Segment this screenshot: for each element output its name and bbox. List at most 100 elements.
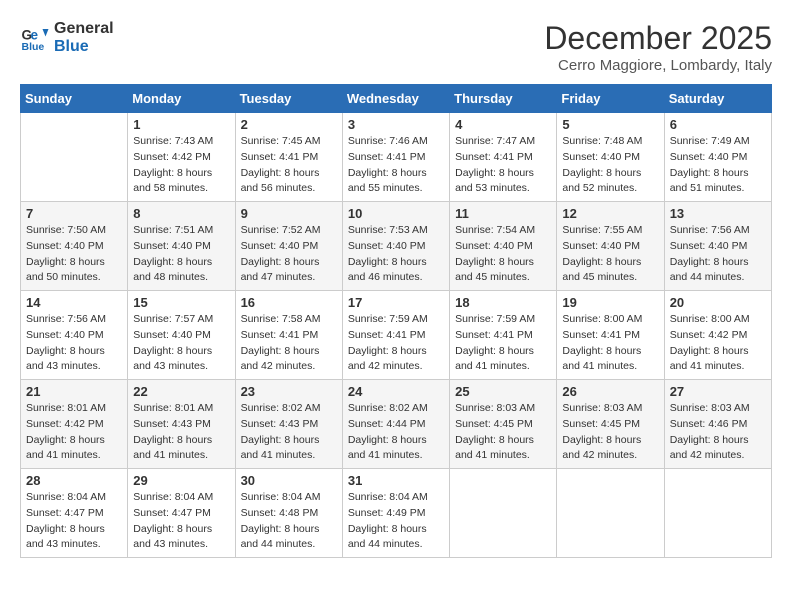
- day-number: 19: [562, 295, 658, 310]
- day-number: 14: [26, 295, 122, 310]
- day-info: Sunrise: 7:48 AMSunset: 4:40 PMDaylight:…: [562, 134, 658, 197]
- weekday-header-row: SundayMondayTuesdayWednesdayThursdayFrid…: [21, 85, 772, 113]
- title-block: December 2025 Cerro Maggiore, Lombardy, …: [544, 20, 772, 74]
- day-info: Sunrise: 7:49 AMSunset: 4:40 PMDaylight:…: [670, 134, 766, 197]
- day-number: 31: [348, 473, 444, 488]
- day-info: Sunrise: 7:43 AMSunset: 4:42 PMDaylight:…: [133, 134, 229, 197]
- calendar-cell: [557, 469, 664, 558]
- calendar-week-row: 21 Sunrise: 8:01 AMSunset: 4:42 PMDayligh…: [21, 380, 772, 469]
- day-number: 4: [455, 117, 551, 132]
- day-info: Sunrise: 8:04 AMSunset: 4:47 PMDaylight:…: [26, 490, 122, 553]
- day-number: 26: [562, 384, 658, 399]
- day-info: Sunrise: 8:00 AMSunset: 4:42 PMDaylight:…: [670, 312, 766, 375]
- day-info: Sunrise: 8:04 AMSunset: 4:48 PMDaylight:…: [241, 490, 337, 553]
- svg-text:Blue: Blue: [22, 41, 45, 53]
- calendar-cell: 21 Sunrise: 8:01 AMSunset: 4:42 PMDayligh…: [21, 380, 128, 469]
- day-number: 13: [670, 206, 766, 221]
- calendar-cell: 13 Sunrise: 7:56 AMSunset: 4:40 PMDayligh…: [664, 202, 771, 291]
- day-info: Sunrise: 7:45 AMSunset: 4:41 PMDaylight:…: [241, 134, 337, 197]
- day-info: Sunrise: 7:56 AMSunset: 4:40 PMDaylight:…: [670, 223, 766, 286]
- day-info: Sunrise: 7:58 AMSunset: 4:41 PMDaylight:…: [241, 312, 337, 375]
- day-number: 21: [26, 384, 122, 399]
- day-number: 24: [348, 384, 444, 399]
- weekday-header: Saturday: [664, 85, 771, 113]
- calendar-cell: 9Sunrise: 7:52 AMSunset: 4:40 PMDaylight…: [235, 202, 342, 291]
- day-number: 10: [348, 206, 444, 221]
- day-info: Sunrise: 7:47 AMSunset: 4:41 PMDaylight:…: [455, 134, 551, 197]
- day-info: Sunrise: 8:01 AMSunset: 4:43 PMDaylight:…: [133, 401, 229, 464]
- calendar-cell: 1Sunrise: 7:43 AMSunset: 4:42 PMDaylight…: [128, 113, 235, 202]
- day-number: 7: [26, 206, 122, 221]
- day-number: 30: [241, 473, 337, 488]
- day-number: 5: [562, 117, 658, 132]
- day-info: Sunrise: 7:59 AMSunset: 4:41 PMDaylight:…: [348, 312, 444, 375]
- weekday-header: Tuesday: [235, 85, 342, 113]
- calendar-week-row: 28Sunrise: 8:04 AMSunset: 4:47 PMDayligh…: [21, 469, 772, 558]
- day-info: Sunrise: 8:01 AMSunset: 4:42 PMDaylight:…: [26, 401, 122, 464]
- day-info: Sunrise: 8:03 AMSunset: 4:46 PMDaylight:…: [670, 401, 766, 464]
- calendar-cell: [450, 469, 557, 558]
- calendar-week-row: 1Sunrise: 7:43 AMSunset: 4:42 PMDaylight…: [21, 113, 772, 202]
- calendar-cell: 20 Sunrise: 8:00 AMSunset: 4:42 PMDayligh…: [664, 291, 771, 380]
- calendar-cell: 5 Sunrise: 7:48 AMSunset: 4:40 PMDaylight…: [557, 113, 664, 202]
- weekday-header: Thursday: [450, 85, 557, 113]
- day-number: 8: [133, 206, 229, 221]
- day-number: 25: [455, 384, 551, 399]
- day-number: 2: [241, 117, 337, 132]
- day-number: 11: [455, 206, 551, 221]
- weekday-header: Monday: [128, 85, 235, 113]
- day-info: Sunrise: 7:46 AMSunset: 4:41 PMDaylight:…: [348, 134, 444, 197]
- weekday-header: Sunday: [21, 85, 128, 113]
- calendar-cell: 4 Sunrise: 7:47 AMSunset: 4:41 PMDaylight…: [450, 113, 557, 202]
- calendar-cell: 28Sunrise: 8:04 AMSunset: 4:47 PMDayligh…: [21, 469, 128, 558]
- day-info: Sunrise: 7:59 AMSunset: 4:41 PMDaylight:…: [455, 312, 551, 375]
- calendar-cell: 6 Sunrise: 7:49 AMSunset: 4:40 PMDaylight…: [664, 113, 771, 202]
- calendar-cell: 22 Sunrise: 8:01 AMSunset: 4:43 PMDayligh…: [128, 380, 235, 469]
- calendar-cell: 18 Sunrise: 7:59 AMSunset: 4:41 PMDayligh…: [450, 291, 557, 380]
- calendar-table: SundayMondayTuesdayWednesdayThursdayFrid…: [20, 84, 772, 558]
- day-info: Sunrise: 8:04 AMSunset: 4:47 PMDaylight:…: [133, 490, 229, 553]
- day-info: Sunrise: 7:55 AMSunset: 4:40 PMDaylight:…: [562, 223, 658, 286]
- calendar-cell: 7Sunrise: 7:50 AMSunset: 4:40 PMDaylight…: [21, 202, 128, 291]
- day-number: 18: [455, 295, 551, 310]
- calendar-cell: 24 Sunrise: 8:02 AMSunset: 4:44 PMDayligh…: [342, 380, 449, 469]
- calendar-cell: [664, 469, 771, 558]
- day-info: Sunrise: 7:54 AMSunset: 4:40 PMDaylight:…: [455, 223, 551, 286]
- month-title: December 2025: [544, 20, 772, 57]
- calendar-cell: 8 Sunrise: 7:51 AMSunset: 4:40 PMDaylight…: [128, 202, 235, 291]
- calendar-cell: 29 Sunrise: 8:04 AMSunset: 4:47 PMDayligh…: [128, 469, 235, 558]
- day-number: 23: [241, 384, 337, 399]
- page-header: G e Blue General Blue December 2025 Cerr…: [20, 20, 772, 74]
- day-info: Sunrise: 7:57 AMSunset: 4:40 PMDaylight:…: [133, 312, 229, 375]
- day-number: 6: [670, 117, 766, 132]
- day-number: 15: [133, 295, 229, 310]
- day-number: 29: [133, 473, 229, 488]
- logo: G e Blue General Blue: [20, 20, 114, 55]
- calendar-cell: 3 Sunrise: 7:46 AMSunset: 4:41 PMDaylight…: [342, 113, 449, 202]
- day-info: Sunrise: 8:00 AMSunset: 4:41 PMDaylight:…: [562, 312, 658, 375]
- day-info: Sunrise: 8:02 AMSunset: 4:43 PMDaylight:…: [241, 401, 337, 464]
- day-info: Sunrise: 7:51 AMSunset: 4:40 PMDaylight:…: [133, 223, 229, 286]
- location-subtitle: Cerro Maggiore, Lombardy, Italy: [544, 57, 772, 74]
- day-number: 20: [670, 295, 766, 310]
- calendar-cell: 23 Sunrise: 8:02 AMSunset: 4:43 PMDayligh…: [235, 380, 342, 469]
- weekday-header: Friday: [557, 85, 664, 113]
- logo-line1: General: [54, 20, 114, 38]
- day-info: Sunrise: 8:02 AMSunset: 4:44 PMDaylight:…: [348, 401, 444, 464]
- day-number: 12: [562, 206, 658, 221]
- calendar-cell: 16 Sunrise: 7:58 AMSunset: 4:41 PMDayligh…: [235, 291, 342, 380]
- day-number: 22: [133, 384, 229, 399]
- calendar-week-row: 14Sunrise: 7:56 AMSunset: 4:40 PMDayligh…: [21, 291, 772, 380]
- calendar-cell: 10Sunrise: 7:53 AMSunset: 4:40 PMDayligh…: [342, 202, 449, 291]
- day-number: 16: [241, 295, 337, 310]
- weekday-header: Wednesday: [342, 85, 449, 113]
- day-info: Sunrise: 8:03 AMSunset: 4:45 PMDaylight:…: [562, 401, 658, 464]
- calendar-cell: 15 Sunrise: 7:57 AMSunset: 4:40 PMDayligh…: [128, 291, 235, 380]
- day-info: Sunrise: 8:04 AMSunset: 4:49 PMDaylight:…: [348, 490, 444, 553]
- calendar-cell: 31 Sunrise: 8:04 AMSunset: 4:49 PMDayligh…: [342, 469, 449, 558]
- logo-line2: Blue: [54, 38, 114, 56]
- calendar-week-row: 7Sunrise: 7:50 AMSunset: 4:40 PMDaylight…: [21, 202, 772, 291]
- day-number: 3: [348, 117, 444, 132]
- day-number: 17: [348, 295, 444, 310]
- day-info: Sunrise: 7:52 AMSunset: 4:40 PMDaylight:…: [241, 223, 337, 286]
